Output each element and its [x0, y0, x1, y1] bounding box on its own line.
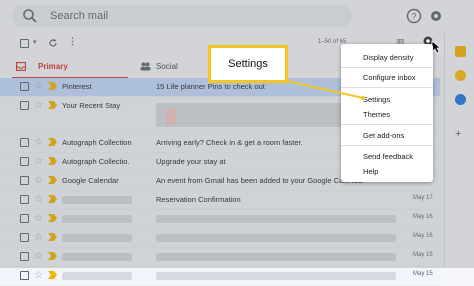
- blurred-sender: [62, 215, 132, 223]
- important-marker-icon[interactable]: [48, 195, 57, 203]
- menu-item-configure-inbox[interactable]: Configure inbox: [363, 73, 416, 82]
- important-marker-icon[interactable]: [48, 214, 57, 222]
- tab-social-label: Social: [156, 62, 178, 71]
- blurred-sender: [62, 272, 132, 280]
- important-marker-icon[interactable]: [48, 157, 57, 165]
- inbox-icon: [16, 62, 26, 71]
- important-marker-icon[interactable]: [48, 252, 57, 260]
- star-icon[interactable]: ☆: [34, 213, 43, 224]
- star-icon[interactable]: ☆: [34, 100, 43, 111]
- more-options-icon[interactable]: ⋮: [68, 36, 77, 47]
- star-icon[interactable]: ☆: [34, 137, 43, 148]
- menu-item-send-feedback[interactable]: Send feedback: [363, 152, 413, 161]
- menu-item-display-density[interactable]: Display density: [363, 53, 413, 62]
- row-checkbox[interactable]: [20, 101, 29, 110]
- tab-primary-label: Primary: [38, 62, 68, 71]
- blurred-subject: [156, 215, 396, 223]
- add-app-icon[interactable]: +: [455, 128, 461, 140]
- subject-text: Arriving early? Check in & get a room fa…: [156, 138, 303, 147]
- menu-item-themes[interactable]: Themes: [363, 110, 390, 119]
- menu-item-get-add-ons[interactable]: Get add-ons: [363, 131, 404, 140]
- refresh-icon[interactable]: [48, 38, 58, 48]
- subject-text: 15 Life planner Pins to check out: [156, 82, 265, 91]
- callout-label-box: Settings: [208, 45, 288, 83]
- keep-app-icon[interactable]: [455, 70, 466, 81]
- sender-name: Autograph Collectio.: [62, 157, 130, 166]
- menu-divider: [341, 145, 433, 146]
- sender-name: Autograph Collection: [62, 138, 132, 147]
- settings-menu: Display density Configure inbox Settings…: [341, 44, 433, 182]
- row-checkbox[interactable]: [20, 82, 29, 91]
- star-icon[interactable]: ☆: [34, 232, 43, 243]
- callout-pointer-line: [287, 80, 365, 100]
- sender-name: Your Recent Stay: [62, 101, 121, 110]
- row-checkbox[interactable]: [20, 176, 29, 185]
- date-text: May 16: [413, 214, 433, 220]
- blurred-subject: [156, 272, 396, 280]
- important-marker-icon[interactable]: [48, 271, 57, 279]
- subject-text: Reservation Confirmation: [156, 195, 241, 204]
- table-row[interactable]: ☆ May 15: [0, 248, 440, 267]
- social-icon: [140, 62, 151, 71]
- menu-item-help[interactable]: Help: [363, 167, 378, 176]
- star-icon[interactable]: ☆: [34, 175, 43, 186]
- blurred-thumbnail: [166, 109, 176, 125]
- blurred-subject: [156, 253, 396, 261]
- date-text: May 16: [413, 233, 433, 239]
- table-row[interactable]: ☆ May 15: [0, 267, 440, 286]
- row-checkbox[interactable]: [20, 271, 29, 280]
- row-checkbox[interactable]: [20, 214, 29, 223]
- date-text: May 15: [413, 252, 433, 258]
- important-marker-icon[interactable]: [48, 176, 57, 184]
- top-bar: Search mail ?: [0, 0, 474, 32]
- star-icon[interactable]: ☆: [34, 81, 43, 92]
- row-checkbox[interactable]: [20, 195, 29, 204]
- menu-item-settings[interactable]: Settings: [363, 95, 390, 104]
- subject-text: Upgrade your stay at: [156, 157, 226, 166]
- side-panel: +: [444, 32, 474, 268]
- date-text: May 17: [413, 195, 433, 201]
- star-icon[interactable]: ☆: [34, 251, 43, 262]
- important-marker-icon[interactable]: [48, 138, 57, 146]
- tasks-app-icon[interactable]: [455, 94, 466, 105]
- important-marker-icon[interactable]: [48, 233, 57, 241]
- table-row[interactable]: ☆ Reservation Confirmation May 17: [0, 191, 440, 210]
- menu-divider: [341, 67, 433, 68]
- blurred-subject: [156, 234, 396, 242]
- blurred-sender: [62, 253, 132, 261]
- row-checkbox[interactable]: [20, 233, 29, 242]
- search-icon[interactable]: [22, 8, 38, 24]
- help-icon[interactable]: ?: [406, 8, 422, 24]
- search-input[interactable]: Search mail: [50, 10, 108, 22]
- sender-name: Pinterest: [62, 82, 92, 91]
- row-checkbox[interactable]: [20, 138, 29, 147]
- star-icon[interactable]: ☆: [34, 156, 43, 167]
- calendar-app-icon[interactable]: [455, 46, 466, 57]
- tab-primary[interactable]: Primary: [0, 56, 128, 79]
- select-dropdown-icon[interactable]: ▾: [33, 38, 37, 46]
- star-icon[interactable]: ☆: [34, 194, 43, 205]
- row-checkbox[interactable]: [20, 252, 29, 261]
- star-icon[interactable]: ☆: [34, 270, 43, 281]
- sender-name: Google Calendar: [62, 176, 119, 185]
- blurred-sender: [62, 234, 132, 242]
- table-row[interactable]: ☆ May 16: [0, 229, 440, 248]
- important-marker-icon[interactable]: [48, 82, 57, 90]
- important-marker-icon[interactable]: [48, 101, 57, 109]
- table-row[interactable]: ☆ May 16: [0, 210, 440, 229]
- svg-text:?: ?: [411, 12, 416, 22]
- search-bar[interactable]: Search mail: [12, 5, 352, 27]
- gear-icon[interactable]: [428, 8, 444, 24]
- date-text: May 15: [413, 271, 433, 277]
- subject-text: An event from Gmail has been added to yo…: [156, 176, 365, 185]
- select-all-checkbox[interactable]: [20, 39, 29, 48]
- blurred-sender: [62, 196, 132, 204]
- row-checkbox[interactable]: [20, 157, 29, 166]
- callout-label: Settings: [228, 58, 268, 70]
- menu-divider: [341, 124, 433, 125]
